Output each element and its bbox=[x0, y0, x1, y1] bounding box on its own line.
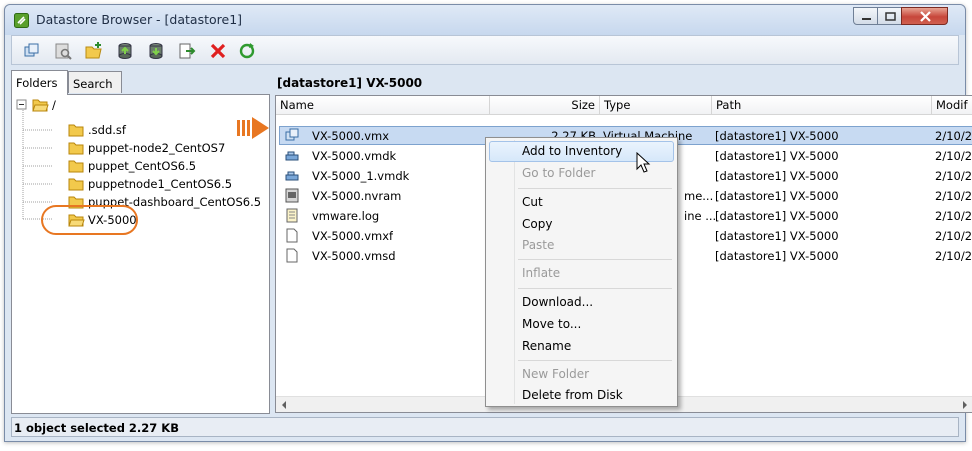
tab-folders-label: Folders bbox=[16, 76, 58, 90]
row-name: VX-5000.vmxf bbox=[312, 229, 394, 243]
close-icon bbox=[920, 11, 931, 22]
tree-item-label: puppet-node2_CentOS7 bbox=[88, 141, 226, 155]
row-path: [datastore1] VX-5000 bbox=[715, 209, 839, 223]
menu-separator bbox=[518, 259, 672, 260]
folder-open-icon bbox=[32, 99, 49, 112]
menu-separator bbox=[518, 360, 672, 361]
menu-item-delete-from-disk[interactable]: Delete from Disk bbox=[522, 388, 623, 406]
download-icon[interactable] bbox=[146, 41, 166, 61]
current-path: [datastore1] VX-5000 bbox=[277, 76, 423, 90]
vm-file-icon bbox=[285, 128, 299, 141]
menu-item-move-to[interactable]: Move to... bbox=[522, 317, 581, 335]
row-path: [datastore1] VX-5000 bbox=[715, 129, 839, 143]
tree-item-label: puppetnode1_CentOS6.5 bbox=[88, 177, 233, 191]
file-icon bbox=[286, 248, 298, 263]
row-modified: 2/10/2 bbox=[935, 149, 972, 163]
folder-tree: / .sdd.sf puppet-node2_CentOS7 puppet_Ce… bbox=[11, 94, 270, 414]
row-name: VX-5000.vmdk bbox=[312, 149, 397, 163]
row-modified: 2/10/2 bbox=[935, 189, 972, 203]
toolbar bbox=[11, 35, 959, 65]
folder-icon bbox=[68, 142, 84, 155]
menu-separator bbox=[518, 288, 672, 289]
row-path: [datastore1] VX-5000 bbox=[715, 249, 839, 263]
browse-icon[interactable] bbox=[22, 41, 42, 61]
new-folder-icon[interactable] bbox=[84, 41, 104, 61]
row-name: VX-5000.vmx bbox=[312, 129, 390, 143]
row-name: VX-5000.vmsd bbox=[312, 249, 396, 263]
row-name: VX-5000.nvram bbox=[312, 189, 402, 203]
menu-item-copy[interactable]: Copy bbox=[522, 217, 552, 235]
delete-icon[interactable] bbox=[208, 41, 228, 61]
menu-item-cut[interactable]: Cut bbox=[522, 195, 543, 213]
tree-item-label: puppet_CentOS6.5 bbox=[88, 159, 197, 173]
disk-file-icon bbox=[285, 171, 299, 181]
file-icon bbox=[286, 228, 298, 243]
row-modified: 2/10/2 bbox=[935, 169, 972, 183]
column-header-path[interactable]: Path bbox=[712, 96, 932, 114]
scroll-left-icon[interactable] bbox=[279, 400, 289, 410]
disk-file-icon bbox=[285, 151, 299, 161]
mouse-cursor-icon bbox=[636, 152, 651, 173]
tree-item-label: .sdd.sf bbox=[88, 123, 126, 137]
folder-icon bbox=[68, 160, 84, 173]
menu-item-new-folder[interactable]: New Folder bbox=[522, 367, 589, 385]
status-bar: 1 object selected 2.27 KB bbox=[11, 417, 959, 437]
menu-item-add-to-inventory[interactable]: Add to Inventory bbox=[522, 144, 622, 162]
row-type: me... bbox=[684, 189, 714, 203]
refresh-icon[interactable] bbox=[237, 41, 257, 61]
row-modified: 2/10/2 bbox=[935, 229, 972, 243]
app-icon bbox=[14, 13, 29, 28]
folder-icon bbox=[68, 124, 84, 137]
tab-search[interactable]: Search bbox=[68, 71, 122, 93]
row-modified: 2/10/2 bbox=[935, 249, 972, 263]
menu-item-rename[interactable]: Rename bbox=[522, 339, 571, 357]
row-modified: 2/10/2 bbox=[935, 209, 972, 223]
column-header-size[interactable]: Size bbox=[490, 96, 600, 114]
left-pane: Folders Search / .sdd.sf puppet-node2_Ce… bbox=[11, 70, 270, 414]
row-path: [datastore1] VX-5000 bbox=[715, 169, 839, 183]
window-title: Datastore Browser - [datastore1] bbox=[36, 12, 243, 27]
menu-item-go-to-folder[interactable]: Go to Folder bbox=[522, 166, 595, 184]
close-button[interactable] bbox=[901, 7, 948, 25]
folder-icon bbox=[68, 178, 84, 191]
row-name: vmware.log bbox=[312, 209, 380, 223]
minimize-icon bbox=[862, 18, 871, 20]
title-bar[interactable]: Datastore Browser - [datastore1] bbox=[5, 5, 965, 35]
menu-gutter bbox=[514, 140, 515, 404]
upload-icon[interactable] bbox=[115, 41, 135, 61]
callout-arrow-icon bbox=[237, 117, 269, 139]
menu-separator bbox=[518, 188, 672, 189]
move-icon[interactable] bbox=[177, 41, 197, 61]
row-path: [datastore1] VX-5000 bbox=[715, 229, 839, 243]
tree-root-label: / bbox=[52, 98, 56, 112]
menu-item-download[interactable]: Download... bbox=[522, 295, 593, 313]
minimize-button[interactable] bbox=[853, 7, 878, 25]
column-header-type[interactable]: Type bbox=[600, 96, 712, 114]
context-menu: Add to Inventory Go to Folder Cut Copy P… bbox=[485, 137, 678, 407]
row-type: ine ... bbox=[684, 209, 717, 223]
row-name: VX-5000_1.vmdk bbox=[312, 169, 410, 183]
scroll-right-icon[interactable] bbox=[960, 400, 970, 410]
tab-folders[interactable]: Folders bbox=[11, 70, 68, 95]
search-datastore-icon[interactable] bbox=[53, 41, 73, 61]
callout-circle bbox=[41, 205, 138, 235]
menu-item-inflate[interactable]: Inflate bbox=[522, 266, 560, 284]
tab-search-label: Search bbox=[73, 77, 113, 91]
maximize-button[interactable] bbox=[877, 7, 902, 25]
maximize-icon bbox=[885, 12, 896, 21]
row-modified: 2/10/2 bbox=[935, 129, 972, 143]
row-path: [datastore1] VX-5000 bbox=[715, 149, 839, 163]
row-path: [datastore1] VX-5000 bbox=[715, 189, 839, 203]
menu-item-paste[interactable]: Paste bbox=[522, 238, 554, 256]
column-header-modified[interactable]: Modif bbox=[932, 96, 972, 114]
file-list-header: Name Size Type Path Modif bbox=[276, 96, 972, 115]
nvram-file-icon bbox=[285, 188, 299, 203]
column-header-name[interactable]: Name bbox=[276, 96, 490, 114]
log-file-icon bbox=[286, 208, 298, 223]
